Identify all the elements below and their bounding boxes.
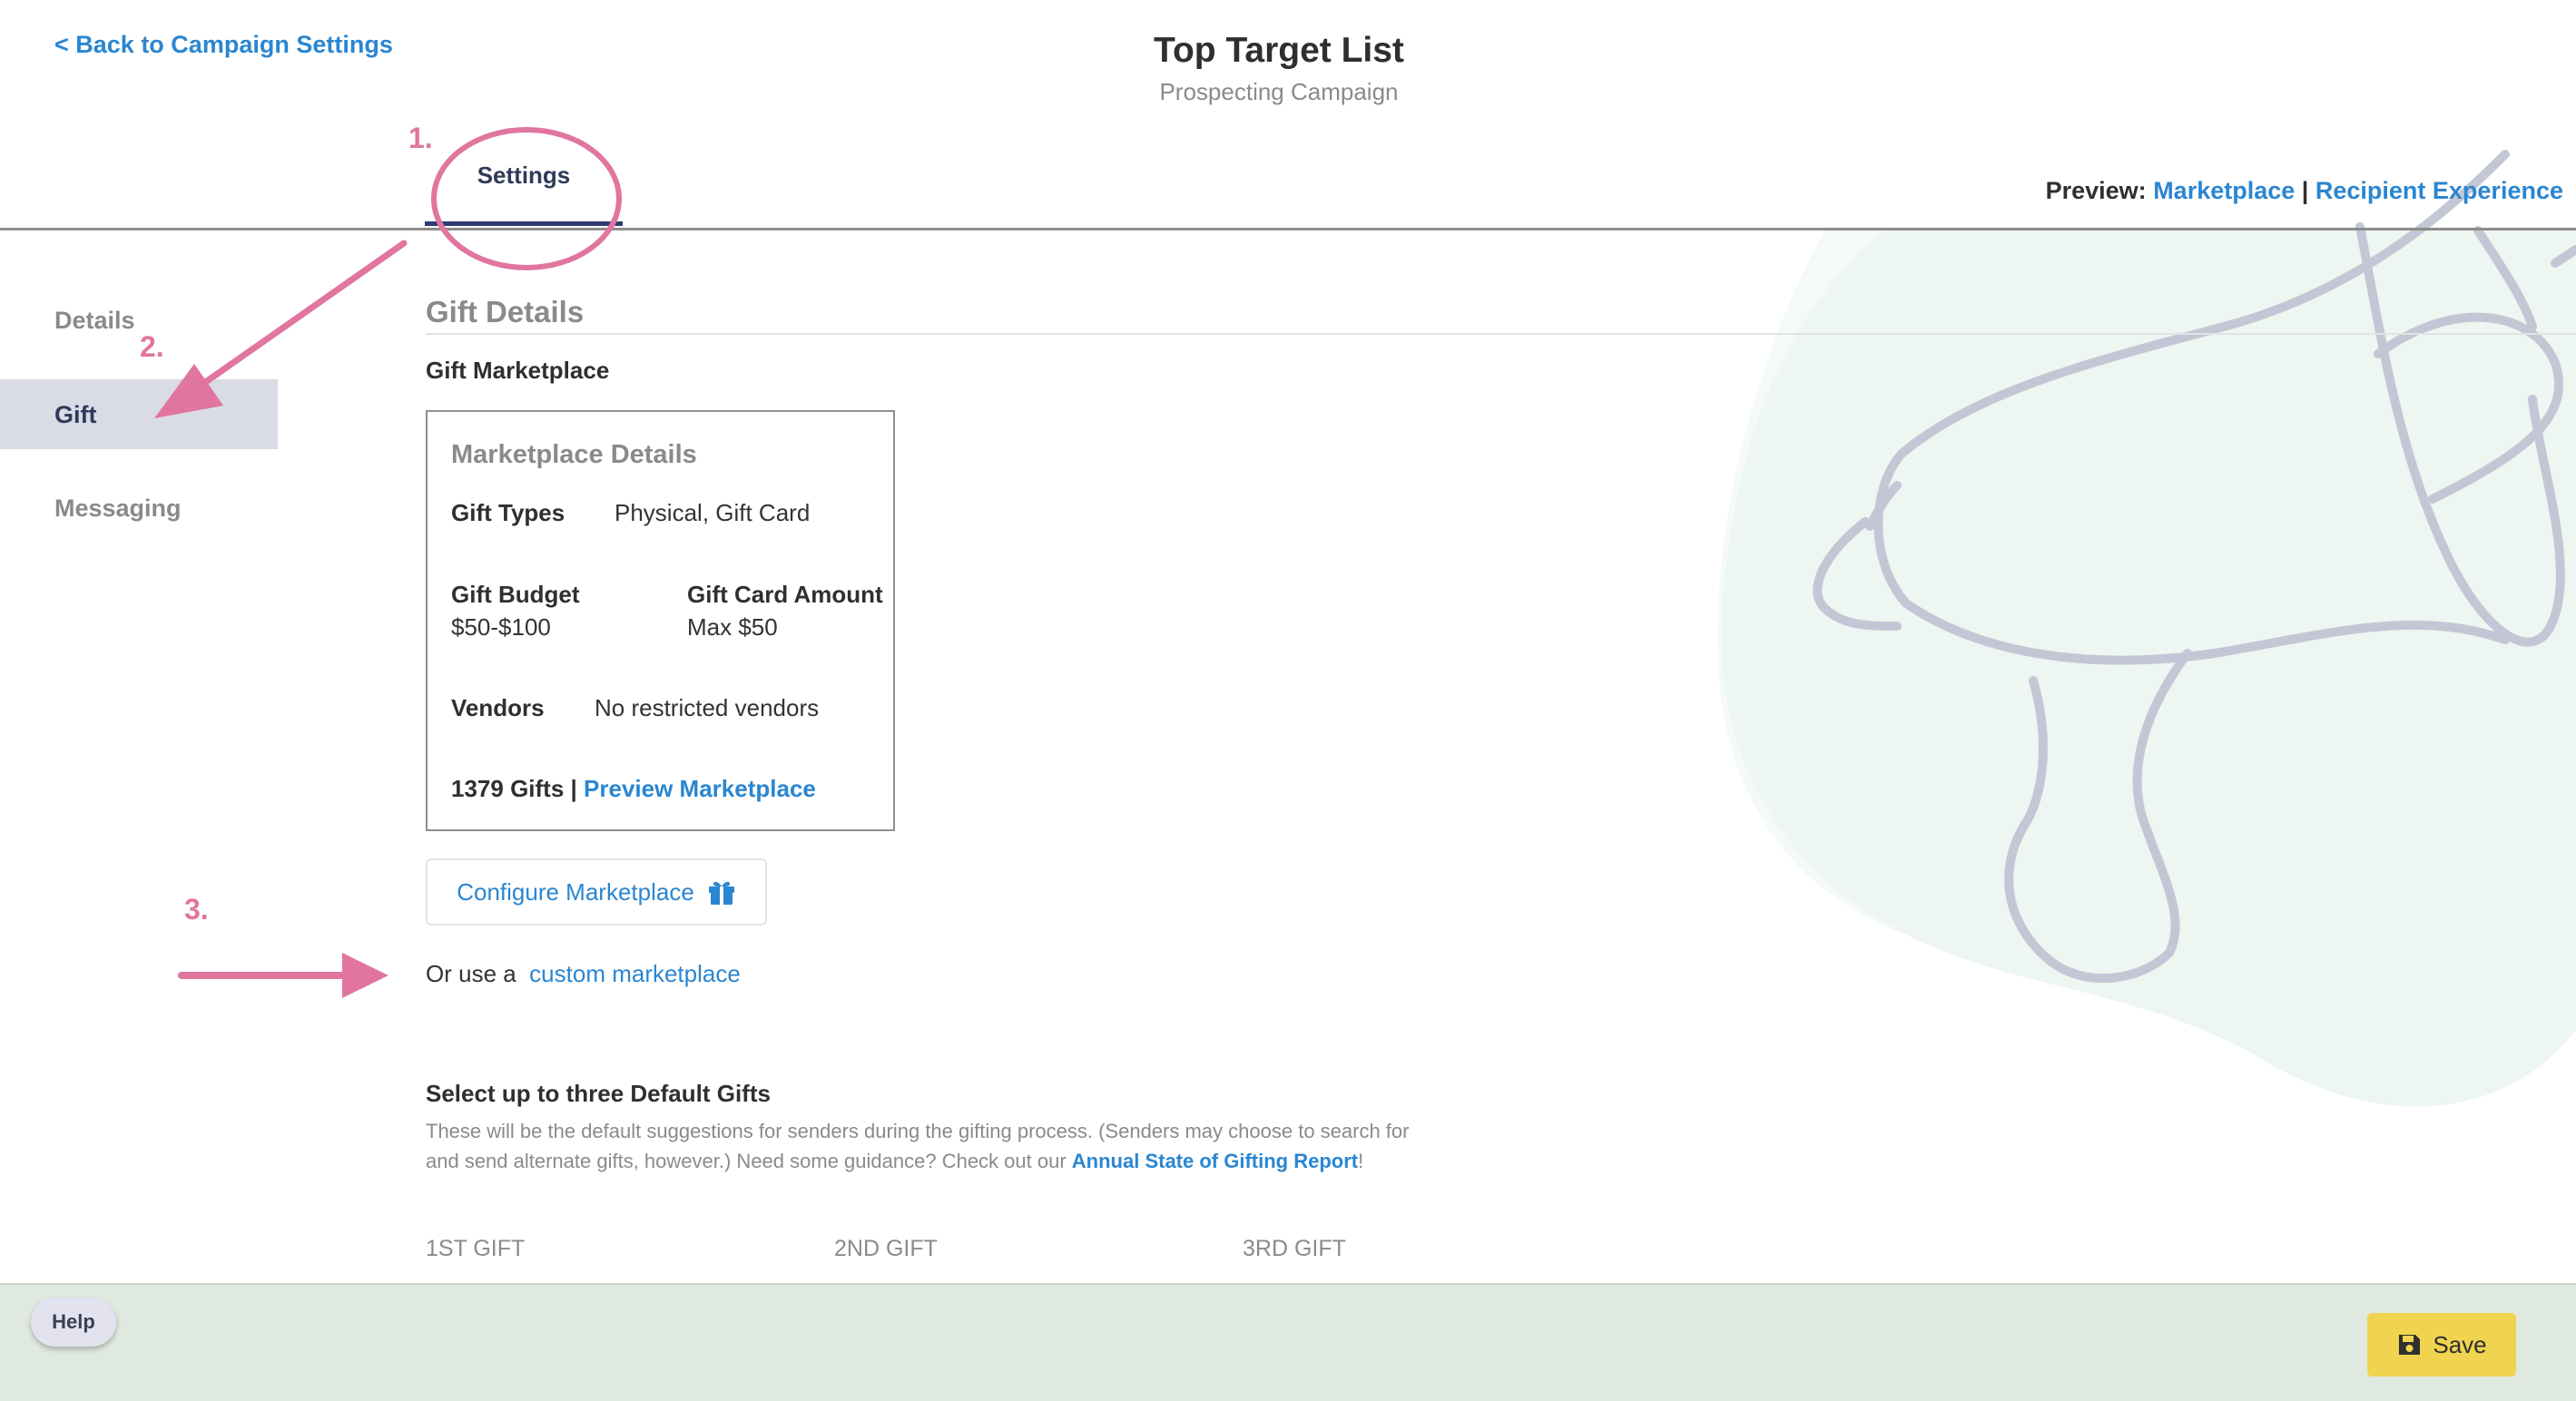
annotation-step-1: 1. <box>408 122 433 154</box>
page-subtitle: Prospecting Campaign <box>1159 78 1399 105</box>
annotation-overlay <box>154 127 622 998</box>
custom-marketplace-row: Or use a custom marketplace <box>426 960 741 988</box>
megaphone-illustration <box>1717 150 2576 1107</box>
configure-marketplace-label: Configure Marketplace <box>457 877 694 906</box>
annual-state-of-gifting-report-link[interactable]: Annual State of Gifting Report <box>1072 1150 1358 1172</box>
gift-types-value: Physical, Gift Card <box>615 499 811 526</box>
background-blob <box>1721 230 2576 1107</box>
section-title: Gift Details <box>426 295 585 328</box>
gift-budget-label: Gift Budget <box>451 581 580 608</box>
active-tab-indicator <box>425 221 623 226</box>
save-button[interactable]: Save <box>2367 1313 2516 1377</box>
default-gifts-description: These will be the default suggestions fo… <box>426 1116 1424 1176</box>
marketplace-details-title: Marketplace Details <box>451 440 697 469</box>
first-gift-column-header: 1ST GIFT <box>426 1236 526 1261</box>
preview-label: Preview: <box>2045 177 2147 204</box>
gift-count-separator: | <box>570 775 577 802</box>
vendors-label: Vendors <box>451 694 545 721</box>
gift-card-amount-label: Gift Card Amount <box>687 581 883 608</box>
marketplace-details-card: Marketplace Details Gift Types Physical,… <box>426 410 895 831</box>
gift-icon <box>708 881 734 905</box>
tab-settings[interactable]: Settings <box>425 162 623 227</box>
sidebar-active-highlight <box>0 379 278 449</box>
sidebar-item-details[interactable]: Details <box>54 307 135 335</box>
page-title: Top Target List <box>1154 31 1404 70</box>
gift-types-label: Gift Types <box>451 499 565 526</box>
gift-count-row: 1379 Gifts | Preview Marketplace <box>451 775 816 803</box>
preview-separator: | <box>2301 177 2309 204</box>
vendors-value: No restricted vendors <box>595 694 820 721</box>
gift-budget-value: $50-$100 <box>451 613 551 641</box>
sidebar-item-gift[interactable]: Gift <box>54 401 97 429</box>
sidebar-item-messaging[interactable]: Messaging <box>54 495 182 523</box>
default-gifts-title: Select up to three Default Gifts <box>426 1080 771 1107</box>
help-button[interactable]: Help <box>31 1298 116 1347</box>
tab-bar-divider <box>0 228 2576 230</box>
or-use-text: Or use a <box>426 960 516 987</box>
save-label: Save <box>2433 1330 2487 1358</box>
gift-marketplace-label: Gift Marketplace <box>426 357 610 384</box>
section-divider <box>426 333 2576 335</box>
annotation-step-2: 2. <box>140 330 164 363</box>
preview-recipient-experience-link[interactable]: Recipient Experience <box>2315 177 2563 204</box>
description-end: ! <box>1358 1150 1364 1172</box>
preview-links: Preview: Marketplace | Recipient Experie… <box>2046 177 2563 205</box>
annotation-arrow-3 <box>178 953 388 998</box>
floppy-disk-icon <box>2399 1335 2421 1355</box>
gift-card-amount-value: Max $50 <box>687 613 778 641</box>
annotation-step-3: 3. <box>184 893 209 926</box>
preview-marketplace-link[interactable]: Marketplace <box>2153 177 2295 204</box>
footer-bar <box>0 1283 2576 1401</box>
gift-count: 1379 Gifts <box>451 775 565 802</box>
third-gift-column-header: 3RD GIFT <box>1243 1236 1346 1261</box>
custom-marketplace-link[interactable]: custom marketplace <box>529 960 741 987</box>
second-gift-column-header: 2ND GIFT <box>834 1236 938 1261</box>
preview-marketplace-card-link[interactable]: Preview Marketplace <box>584 775 816 802</box>
configure-marketplace-button[interactable]: Configure Marketplace <box>426 858 767 926</box>
